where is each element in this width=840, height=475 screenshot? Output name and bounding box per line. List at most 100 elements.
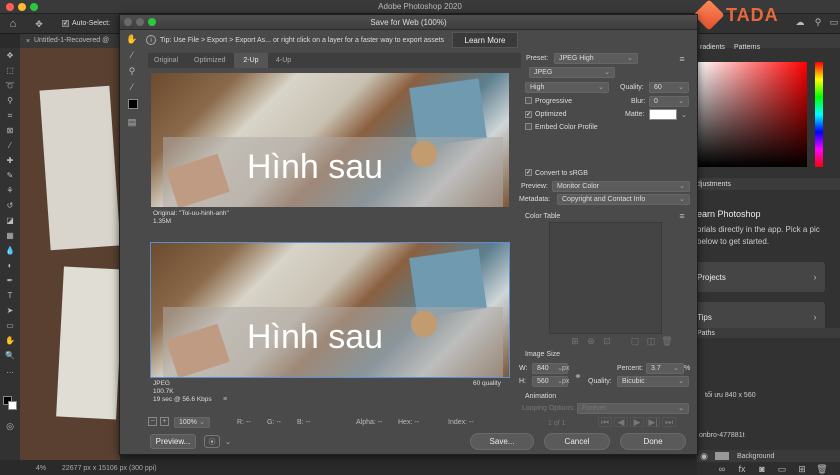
- previous-frame-icon[interactable]: ◀: [614, 417, 628, 427]
- hue-slider[interactable]: [815, 62, 823, 167]
- preset-select[interactable]: JPEG High: [554, 53, 638, 64]
- move-tool-icon[interactable]: ✥: [32, 17, 46, 31]
- preview-mode-select[interactable]: Monitor Color: [552, 181, 690, 192]
- crop-icon[interactable]: ⌗: [3, 109, 17, 123]
- cloud-icon[interactable]: ☁: [794, 16, 806, 28]
- move-icon[interactable]: ✥: [3, 49, 17, 63]
- add-color-icon[interactable]: ▢: [630, 336, 640, 346]
- color-table-menu-icon[interactable]: ≡: [676, 211, 688, 221]
- brush-icon[interactable]: ✎: [3, 169, 17, 183]
- stamp-icon[interactable]: ⚘: [3, 184, 17, 198]
- folder-icon[interactable]: ▭: [777, 464, 787, 474]
- save-button[interactable]: Save...: [470, 433, 534, 450]
- matte-dropdown-icon[interactable]: ⌄: [679, 109, 689, 120]
- gradient-icon[interactable]: ▦: [3, 229, 17, 243]
- path-select-icon[interactable]: ➤: [3, 304, 17, 318]
- lasso-icon[interactable]: ➰: [3, 79, 17, 93]
- eye-icon[interactable]: ◉: [699, 451, 709, 461]
- shift-web-icon[interactable]: ⊛: [586, 336, 596, 346]
- map-color-icon[interactable]: ⊞: [570, 336, 580, 346]
- first-frame-icon[interactable]: ⏮: [598, 417, 612, 427]
- mask-icon[interactable]: ◙: [757, 464, 767, 474]
- toggle-slices-icon[interactable]: ▤: [126, 116, 138, 128]
- settings-menu-icon[interactable]: ≡: [676, 53, 688, 64]
- constrain-proportions-icon[interactable]: ⚭: [574, 366, 582, 386]
- resample-select[interactable]: Bicubic: [617, 376, 689, 387]
- copy-color-icon[interactable]: ◫: [646, 336, 656, 346]
- pen-icon[interactable]: ✒: [3, 274, 17, 288]
- dodge-icon[interactable]: ◐: [3, 259, 17, 273]
- workspace-icon[interactable]: ▭: [828, 16, 840, 28]
- eyedropper-color-swatch[interactable]: [128, 99, 138, 109]
- tab-gradients[interactable]: radients: [700, 44, 725, 51]
- matte-color-swatch[interactable]: [649, 109, 677, 120]
- hand-tool-icon[interactable]: ✋: [126, 33, 138, 45]
- slice-select-tool-icon[interactable]: ⁄: [126, 49, 138, 61]
- zoom-select[interactable]: 100%: [174, 417, 210, 428]
- tab-paths[interactable]: Paths: [697, 330, 715, 337]
- tab-2-up[interactable]: 2-Up: [234, 53, 268, 68]
- quick-mask-icon[interactable]: ◎: [3, 420, 17, 432]
- metadata-select[interactable]: Copyright and Contact Info: [557, 194, 690, 205]
- last-frame-icon[interactable]: ⏭: [662, 417, 676, 427]
- learn-more-button[interactable]: Learn More: [452, 32, 518, 48]
- quality-input[interactable]: 60: [649, 82, 689, 93]
- zoom-icon[interactable]: 🔍: [3, 349, 17, 363]
- dialog-minimize-icon[interactable]: [136, 18, 144, 26]
- trash-icon[interactable]: 🗑: [816, 464, 827, 474]
- tab-original[interactable]: Original: [154, 57, 178, 64]
- tab-adjustments[interactable]: djustments: [697, 181, 731, 188]
- blur-icon[interactable]: 💧: [3, 244, 17, 258]
- link-icon[interactable]: ∞: [717, 464, 727, 474]
- document-tab[interactable]: Untitled-1-Recovered @: [20, 34, 120, 48]
- lock-color-icon[interactable]: ⊡: [602, 336, 612, 346]
- quick-select-icon[interactable]: ⚲: [3, 94, 17, 108]
- zoom-out-icon[interactable]: −: [148, 417, 157, 426]
- hand-icon[interactable]: ✋: [3, 334, 17, 348]
- document-canvas[interactable]: [20, 48, 124, 460]
- delete-color-icon[interactable]: 🗑: [661, 336, 672, 346]
- dialog-close-icon[interactable]: [124, 18, 132, 26]
- next-frame-icon[interactable]: ▶|: [646, 417, 660, 427]
- cancel-button[interactable]: Cancel: [544, 433, 610, 450]
- marquee-icon[interactable]: ⬚: [3, 64, 17, 78]
- eyedropper-icon[interactable]: ⁄: [3, 139, 17, 153]
- new-layer-icon[interactable]: ⊞: [797, 464, 807, 474]
- zoom-in-icon[interactable]: +: [160, 417, 169, 426]
- frame-icon[interactable]: ⊠: [3, 124, 17, 138]
- search-icon[interactable]: ⚲: [812, 16, 824, 28]
- healing-icon[interactable]: ✚: [3, 154, 17, 168]
- zoom-tool-icon[interactable]: ⚲: [126, 65, 138, 77]
- learn-card-projects[interactable]: Projects ›: [695, 262, 825, 292]
- browser-preview-icon[interactable]: ⦿: [204, 435, 220, 448]
- blur-input[interactable]: 0: [649, 96, 689, 107]
- color-table-area[interactable]: [549, 222, 662, 334]
- close-tab-icon[interactable]: ×: [24, 36, 32, 46]
- dialog-zoom-icon[interactable]: [148, 18, 156, 26]
- percent-input[interactable]: 3.7: [646, 363, 684, 374]
- preview-button[interactable]: Preview...: [150, 434, 196, 449]
- rectangle-icon[interactable]: ▭: [3, 319, 17, 333]
- home-icon[interactable]: ⌂: [6, 17, 20, 31]
- browser-dropdown-icon[interactable]: ⌄: [223, 435, 233, 448]
- eyedropper-tool-icon[interactable]: ⁄: [126, 81, 138, 93]
- tab-patterns[interactable]: Patterns: [734, 44, 760, 51]
- original-preview-image[interactable]: Hình sau: [151, 73, 509, 207]
- done-button[interactable]: Done: [620, 433, 686, 450]
- history-brush-icon[interactable]: ↺: [3, 199, 17, 213]
- tab-4-up[interactable]: 4-Up: [276, 57, 291, 64]
- eraser-icon[interactable]: ◪: [3, 214, 17, 228]
- optimized-preview-image[interactable]: Hình sau: [150, 242, 510, 378]
- more-tools-icon[interactable]: …: [3, 364, 17, 378]
- layer-row-background[interactable]: ◉ Background: [697, 450, 840, 462]
- fx-icon[interactable]: fx: [737, 464, 747, 474]
- format-select[interactable]: JPEG: [529, 67, 615, 78]
- download-speed-menu-icon[interactable]: ≡: [220, 395, 230, 404]
- background-color-swatch[interactable]: [8, 401, 17, 410]
- looping-options-select[interactable]: Forever: [577, 403, 689, 414]
- play-icon[interactable]: ▶: [630, 417, 644, 427]
- color-picker-field[interactable]: [697, 62, 807, 167]
- tab-optimized[interactable]: Optimized: [194, 57, 226, 64]
- compression-select[interactable]: High: [525, 82, 609, 93]
- type-icon[interactable]: T: [3, 289, 17, 303]
